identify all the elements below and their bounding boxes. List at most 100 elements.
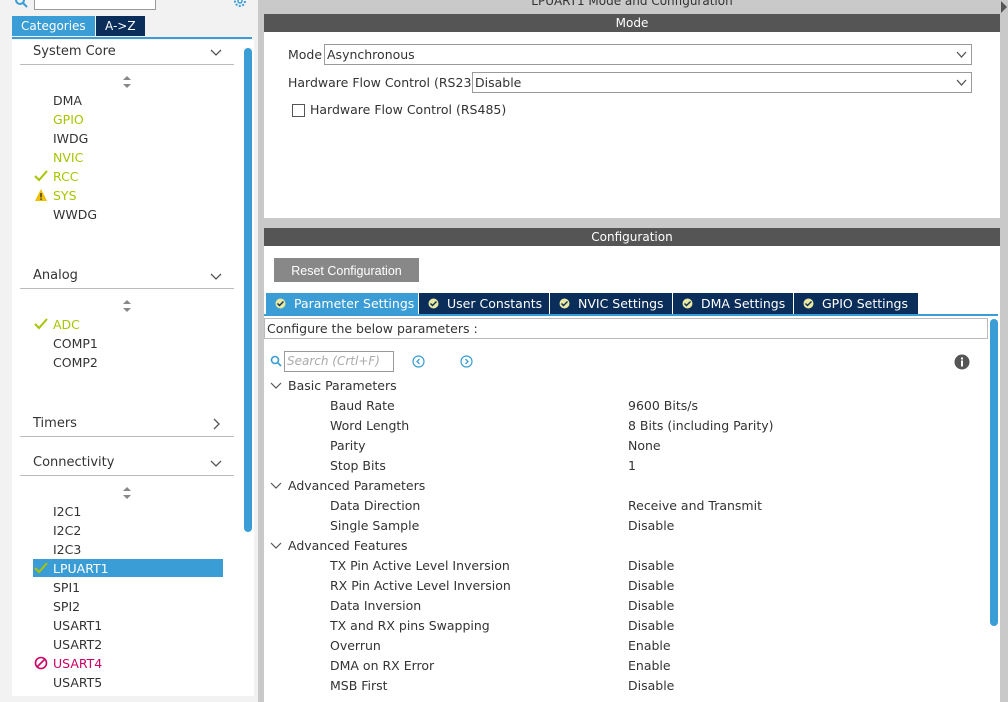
param-rx-pin-inversion-value[interactable]: Disable [628,576,674,596]
search-icon[interactable] [270,355,282,367]
peripheral-spi2[interactable]: SPI2 [53,597,80,616]
tab-parameter-settings[interactable]: Parameter Settings [266,293,418,314]
category-analog[interactable]: Analog [20,264,234,289]
category-connectivity[interactable]: Connectivity [20,451,234,476]
tabs-underline [264,314,998,316]
peripheral-comp1[interactable]: COMP1 [53,334,98,353]
tab-label: User Constants [447,296,543,311]
peripheral-nvic[interactable]: NVIC [53,148,83,167]
param-word-length-value[interactable]: 8 Bits (including Parity) [628,416,774,436]
chevron-down-icon [956,79,967,86]
tab-dma-settings[interactable]: DMA Settings [673,293,793,314]
next-result-icon[interactable] [460,355,473,368]
param-baud-rate-label: Baud Rate [330,398,395,413]
param-data-direction-value[interactable]: Receive and Transmit [628,496,762,516]
peripheral-spi1[interactable]: SPI1 [53,578,80,597]
param-stop-bits-label: Stop Bits [330,458,386,473]
param-dma-rx-error-label: DMA on RX Error [330,658,435,673]
peripheral-adc[interactable]: ADC [53,315,80,334]
reset-configuration-button[interactable]: Reset Configuration [274,258,419,282]
param-tx-pin-inversion-label: TX Pin Active Level Inversion [330,558,510,573]
sort-icon[interactable] [122,300,132,312]
peripheral-comp2[interactable]: COMP2 [53,353,98,372]
category-timers[interactable]: Timers [20,412,234,437]
category-label: Timers [33,416,77,431]
check-circle-icon [275,298,286,309]
peripheral-dma[interactable]: DMA [53,91,82,110]
mode-label: Mode [288,47,323,62]
chevron-right-icon[interactable] [1000,0,1008,14]
param-rx-pin-inversion-label: RX Pin Active Level Inversion [330,578,511,593]
check-circle-icon [682,298,693,309]
configure-instructions: Configure the below parameters : [264,318,988,339]
param-msb-first-label: MSB First [330,678,388,693]
param-parity-value[interactable]: None [628,436,661,456]
page-title: LPUART1 Mode and Configuration [531,0,733,8]
peripheral-i2c3[interactable]: I2C3 [53,540,81,559]
category-label: System Core [33,44,116,59]
peripheral-i2c2[interactable]: I2C2 [53,521,81,540]
configuration-scrollbar-thumb[interactable] [990,319,998,626]
check-circle-icon [803,298,814,309]
disabled-icon [34,656,48,670]
flow-control-rs232-value: Disable [475,75,522,90]
flow-control-rs485-checkbox[interactable] [292,104,305,117]
param-data-inversion-value[interactable]: Disable [628,596,674,616]
search-icon[interactable] [14,0,28,8]
param-pins-swapping-value[interactable]: Disable [628,616,674,636]
parameter-search-input[interactable]: Search (Crtl+F) [284,351,394,372]
chevron-down-icon [270,482,282,489]
check-icon [34,562,48,574]
peripheral-iwdg[interactable]: IWDG [53,129,88,148]
tab-gpio-settings[interactable]: GPIO Settings [794,293,918,314]
param-dma-rx-error-value[interactable]: Enable [628,656,671,676]
tab-user-constants[interactable]: User Constants [419,293,549,314]
peripheral-lpuart1[interactable]: LPUART1 [53,559,109,578]
param-word-length-label: Word Length [330,418,410,433]
left-scrollbar-thumb[interactable] [244,48,252,532]
peripheral-wwdg[interactable]: WWDG [53,205,97,224]
mode-section-header: Mode [264,14,1000,32]
param-single-sample-label: Single Sample [330,518,420,533]
gear-icon[interactable] [232,0,248,8]
param-tx-pin-inversion-value[interactable]: Disable [628,556,674,576]
check-circle-icon [559,298,570,309]
check-icon [34,318,48,330]
tab-a-to-z[interactable]: A->Z [96,16,145,36]
check-circle-icon [428,298,439,309]
group-label: Advanced Parameters [288,478,426,493]
warning-icon [35,189,47,201]
peripheral-gpio[interactable]: GPIO [53,110,84,129]
peripheral-usart2[interactable]: USART2 [53,635,102,654]
peripheral-usart1[interactable]: USART1 [53,616,102,635]
chevron-down-icon [210,273,222,280]
peripheral-usart4[interactable]: USART4 [53,654,102,673]
view-tabs: Categories A->Z [12,16,252,38]
peripheral-i2c1[interactable]: I2C1 [53,502,81,521]
param-baud-rate-value[interactable]: 9600 Bits/s [628,396,698,416]
mode-select[interactable]: Asynchronous [324,44,972,65]
previous-result-icon[interactable] [412,355,425,368]
param-data-inversion-label: Data Inversion [330,598,422,613]
peripheral-sys[interactable]: SYS [53,186,77,205]
tab-nvic-settings[interactable]: NVIC Settings [550,293,672,314]
chevron-down-icon [270,542,282,549]
param-single-sample-value[interactable]: Disable [628,516,674,536]
param-overrun-value[interactable]: Enable [628,636,671,656]
category-system-core[interactable]: System Core [20,40,234,65]
sort-icon[interactable] [122,487,132,499]
param-stop-bits-value[interactable]: 1 [628,456,636,476]
flow-control-rs232-select[interactable]: Disable [472,72,972,93]
param-msb-first-value[interactable]: Disable [628,676,674,696]
param-parity-label: Parity [330,438,366,453]
info-icon[interactable] [954,354,970,370]
chevron-down-icon [210,460,222,467]
peripheral-usart5[interactable]: USART5 [53,673,102,692]
sort-icon[interactable] [122,76,132,88]
peripheral-search-input[interactable] [34,0,156,10]
param-pins-swapping-label: TX and RX pins Swapping [330,618,490,633]
tab-categories[interactable]: Categories [12,16,95,36]
peripheral-rcc[interactable]: RCC [53,167,79,186]
tab-label: Parameter Settings [294,296,415,311]
chevron-down-icon [956,51,967,58]
